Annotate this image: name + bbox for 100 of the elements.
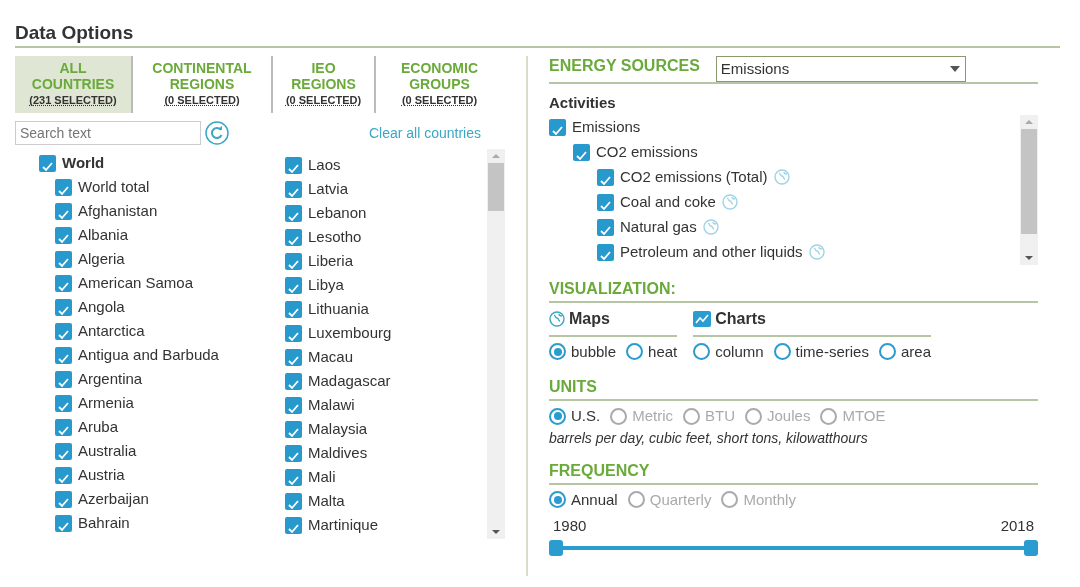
radio-label[interactable]: U.S.: [571, 405, 601, 428]
country-item[interactable]: Madagascar: [308, 369, 391, 393]
tree-item[interactable]: World: [62, 151, 105, 175]
checkbox[interactable]: [285, 396, 302, 414]
tree-item[interactable]: Natural gas: [620, 215, 697, 239]
radio-button[interactable]: [878, 343, 896, 361]
country-item[interactable]: Aruba: [78, 415, 119, 439]
radio-button[interactable]: [773, 343, 791, 361]
country-item[interactable]: Australia: [78, 439, 137, 463]
country-item[interactable]: Austria: [78, 463, 125, 487]
checkbox[interactable]: [597, 243, 614, 261]
country-item[interactable]: Argentina: [78, 367, 143, 391]
country-item[interactable]: Antigua and Barbuda: [78, 343, 219, 367]
checkbox[interactable]: [39, 154, 56, 172]
tab[interactable]: IEO REGIONS (0 SELECTED): [273, 56, 376, 113]
checkbox[interactable]: [597, 168, 614, 186]
checkbox[interactable]: [285, 468, 302, 486]
radio-button[interactable]: [626, 343, 644, 361]
checkbox[interactable]: [285, 420, 302, 438]
checkbox[interactable]: [285, 180, 302, 198]
checkbox[interactable]: [55, 466, 72, 484]
tree-item[interactable]: CO2 emissions: [596, 140, 698, 164]
checkbox[interactable]: [285, 516, 302, 534]
country-item[interactable]: Bahrain: [78, 511, 130, 535]
country-item[interactable]: American Samoa: [78, 271, 194, 295]
checkbox[interactable]: [573, 143, 590, 161]
checkbox[interactable]: [55, 202, 72, 220]
tree-item[interactable]: CO2 emissions (Total): [620, 165, 768, 189]
radio-button[interactable]: [549, 407, 566, 425]
checkbox[interactable]: [55, 250, 72, 268]
checkbox[interactable]: [55, 274, 72, 292]
tab[interactable]: CONTINENTAL REGIONS (0 SELECTED): [133, 56, 273, 113]
checkbox[interactable]: [285, 324, 302, 342]
checkbox[interactable]: [285, 372, 302, 390]
country-item[interactable]: Angola: [78, 295, 125, 319]
checkbox[interactable]: [55, 346, 72, 364]
country-item[interactable]: Laos: [308, 153, 341, 177]
checkbox[interactable]: [55, 394, 72, 412]
country-item[interactable]: Liberia: [308, 249, 354, 273]
checkbox[interactable]: [55, 178, 72, 196]
tab[interactable]: ALL COUNTRIES (231 SELECTED): [15, 56, 133, 113]
checkbox[interactable]: [55, 298, 72, 316]
radio-label[interactable]: bubble: [571, 340, 617, 363]
checkbox[interactable]: [285, 276, 302, 294]
country-item[interactable]: Malta: [308, 489, 345, 513]
radio-button[interactable]: [549, 343, 566, 361]
tab[interactable]: ECONOMIC GROUPS (0 SELECTED): [376, 56, 503, 113]
checkbox[interactable]: [55, 418, 72, 436]
slider-handle[interactable]: [1024, 539, 1038, 556]
country-item[interactable]: Antarctica: [78, 319, 145, 343]
country-item[interactable]: Macau: [308, 345, 354, 369]
country-item[interactable]: Azerbaijan: [78, 487, 149, 511]
checkbox[interactable]: [55, 490, 72, 508]
country-item[interactable]: Albania: [78, 223, 129, 247]
country-item[interactable]: Libya: [308, 273, 344, 297]
radio-label[interactable]: area: [900, 340, 931, 363]
checkbox[interactable]: [55, 514, 72, 532]
radio-label[interactable]: heat: [648, 340, 678, 363]
checkbox[interactable]: [597, 193, 614, 211]
radio-button[interactable]: [693, 343, 711, 361]
radio-label[interactable]: time-series: [795, 340, 869, 363]
country-item[interactable]: Lebanon: [308, 201, 367, 225]
slider-handle[interactable]: [549, 539, 563, 556]
country-item[interactable]: Mali: [308, 465, 336, 489]
checkbox[interactable]: [285, 300, 302, 318]
checkbox[interactable]: [285, 492, 302, 510]
checkbox[interactable]: [55, 226, 72, 244]
tree-item[interactable]: Coal and coke: [620, 190, 716, 214]
checkbox[interactable]: [597, 218, 614, 236]
checkbox[interactable]: [549, 118, 566, 136]
country-item[interactable]: Malawi: [308, 393, 355, 417]
radio-label[interactable]: column: [715, 340, 764, 363]
checkbox[interactable]: [285, 204, 302, 222]
energy-select[interactable]: Emissions: [715, 56, 966, 82]
checkbox[interactable]: [285, 348, 302, 366]
country-item[interactable]: Maldives: [308, 441, 368, 465]
country-item[interactable]: Lesotho: [308, 225, 362, 249]
radio-label[interactable]: Annual: [571, 488, 618, 511]
refresh-icon[interactable]: [205, 121, 229, 145]
country-item[interactable]: Martinique: [308, 513, 379, 537]
scrollbar-thumb[interactable]: [1021, 128, 1037, 234]
scrollbar-thumb[interactable]: [488, 163, 504, 211]
search-field[interactable]: Search text: [15, 121, 201, 145]
checkbox[interactable]: [285, 252, 302, 270]
country-item[interactable]: Malaysia: [308, 417, 368, 441]
checkbox[interactable]: [285, 444, 302, 462]
country-item[interactable]: Armenia: [78, 391, 134, 415]
country-item[interactable]: Latvia: [308, 177, 349, 201]
country-item[interactable]: Afghanistan: [78, 199, 158, 223]
country-item[interactable]: Luxembourg: [308, 321, 392, 345]
country-item[interactable]: World total: [78, 175, 150, 199]
country-item[interactable]: Algeria: [78, 247, 125, 271]
tree-item[interactable]: Emissions: [572, 115, 641, 139]
tree-item[interactable]: Petroleum and other liquids: [620, 240, 803, 264]
radio-button[interactable]: [549, 491, 566, 509]
checkbox[interactable]: [55, 322, 72, 340]
checkbox[interactable]: [285, 228, 302, 246]
checkbox[interactable]: [55, 442, 72, 460]
checkbox[interactable]: [55, 370, 72, 388]
country-item[interactable]: Lithuania: [308, 297, 369, 321]
